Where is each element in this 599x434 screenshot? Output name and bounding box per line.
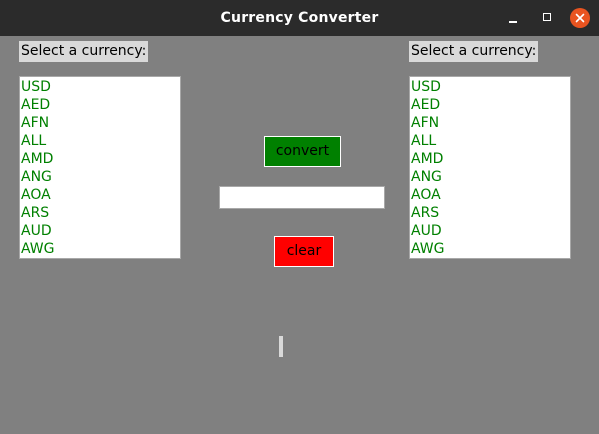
amount-input[interactable] <box>219 186 385 209</box>
to-currency-list-item[interactable]: AOA <box>410 186 570 204</box>
to-currency-list-item[interactable]: ALL <box>410 132 570 150</box>
to-currency-list-item[interactable]: ARS <box>410 204 570 222</box>
from-currency-list-item[interactable]: AED <box>20 96 180 114</box>
from-currency-list-item[interactable]: USD <box>20 78 180 96</box>
from-currency-label: Select a currency: <box>19 41 149 62</box>
to-currency-list-item[interactable]: USD <box>410 78 570 96</box>
title-bar[interactable]: Currency Converter <box>0 0 599 36</box>
result-label <box>279 336 283 357</box>
to-currency-list-item[interactable]: AWG <box>410 240 570 258</box>
from-currency-list-item[interactable]: AMD <box>20 150 180 168</box>
from-currency-list-item[interactable]: ALL <box>20 132 180 150</box>
to-currency-listbox[interactable]: USD AED AFN ALL AMD ANG AOA ARS AUD AWG <box>409 76 571 259</box>
from-currency-list-item[interactable]: ARS <box>20 204 180 222</box>
maximize-icon[interactable] <box>537 8 557 28</box>
to-currency-list-item[interactable]: AED <box>410 96 570 114</box>
from-currency-list-item[interactable]: AOA <box>20 186 180 204</box>
to-currency-label: Select a currency: <box>409 41 539 62</box>
to-currency-list-item[interactable]: ANG <box>410 168 570 186</box>
from-currency-list-item[interactable]: AWG <box>20 240 180 258</box>
to-currency-list-item[interactable]: AMD <box>410 150 570 168</box>
convert-button[interactable]: convert <box>264 136 341 167</box>
close-icon[interactable] <box>570 8 590 28</box>
currency-converter-window: Currency Converter Select a currency: US… <box>0 0 599 434</box>
from-currency-list-item[interactable]: AUD <box>20 222 180 240</box>
minimize-icon[interactable] <box>503 8 523 28</box>
to-currency-list-item[interactable]: AUD <box>410 222 570 240</box>
from-currency-list-item[interactable]: ANG <box>20 168 180 186</box>
to-currency-list-item[interactable]: AFN <box>410 114 570 132</box>
from-currency-listbox[interactable]: USD AED AFN ALL AMD ANG AOA ARS AUD AWG <box>19 76 181 259</box>
clear-button[interactable]: clear <box>274 236 334 267</box>
from-currency-list-item[interactable]: AFN <box>20 114 180 132</box>
